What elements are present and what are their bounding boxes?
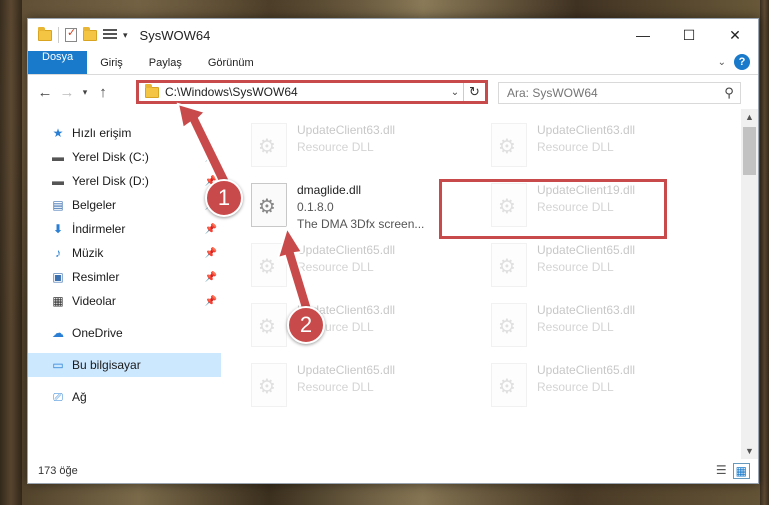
search-box[interactable]: ⚲ <box>498 82 741 104</box>
minimize-button[interactable]: — <box>620 19 666 51</box>
dll-file-icon <box>491 303 527 347</box>
help-icon[interactable]: ? <box>734 54 750 70</box>
nav-item-pictures[interactable]: ▣ Resimler 📌 <box>28 265 221 289</box>
tab-home[interactable]: Giriş <box>87 51 136 74</box>
nav-item-this-pc[interactable]: ▭ Bu bilgisayar <box>28 353 221 377</box>
up-button[interactable]: ↑ <box>92 84 114 101</box>
tab-view[interactable]: Görünüm <box>195 51 267 74</box>
pin-icon: 📌 <box>204 151 217 163</box>
step-badge-1: 1 <box>205 179 243 217</box>
documents-icon: ▤ <box>52 198 64 212</box>
file-item[interactable]: UpdateClient63.dllResource DLL <box>485 121 705 181</box>
file-item[interactable]: UpdateClient63.dllResource DLL <box>245 121 485 181</box>
maximize-button[interactable]: ☐ <box>666 19 712 51</box>
explorer-window: ▾ SysWOW64 — ☐ ✕ Dosya Giriş Paylaş Görü… <box>27 18 759 484</box>
window-controls: — ☐ ✕ <box>620 19 758 51</box>
dll-file-icon <box>251 123 287 167</box>
dll-file-icon <box>491 183 527 227</box>
music-icon: ♪ <box>55 246 61 260</box>
nav-item-documents[interactable]: ▤ Belgeler 📌 <box>28 193 221 217</box>
pin-icon: 📌 <box>204 247 217 259</box>
file-list: UpdateClient63.dllResource DLL UpdateCli… <box>221 109 758 459</box>
file-item-dmaglide[interactable]: dmaglide.dll0.1.8.0The DMA 3Dfx screen..… <box>245 181 485 241</box>
title-bar: ▾ SysWOW64 — ☐ ✕ <box>28 19 758 51</box>
pin-icon: 📌 <box>204 295 217 307</box>
nav-item-quick-access[interactable]: ★ Hızlı erişim <box>28 121 221 145</box>
forward-button[interactable]: → <box>56 84 78 101</box>
tab-file[interactable]: Dosya <box>28 51 88 74</box>
expand-ribbon-icon[interactable]: ⌄ <box>718 57 726 68</box>
close-button[interactable]: ✕ <box>712 19 758 51</box>
vertical-scrollbar[interactable]: ▲ ▼ <box>741 109 758 459</box>
file-item[interactable]: UpdateClient65.dllResource DLL <box>485 361 705 421</box>
main-area: ★ Hızlı erişim ▬ Yerel Disk (C:) 📌 ▬ Yer… <box>28 109 758 459</box>
file-item[interactable]: UpdateClient19.dllResource DLL <box>485 181 705 241</box>
download-icon: ⬇ <box>52 222 64 236</box>
folder-icon <box>145 83 159 98</box>
status-bar: 173 öğe ☰ ▦ <box>28 459 758 483</box>
file-item[interactable]: UpdateClient63.dllResource DLL <box>485 301 705 361</box>
recent-locations-icon[interactable]: ▾ <box>78 87 92 98</box>
computer-icon: ▭ <box>52 358 64 372</box>
dll-file-icon <box>251 183 287 227</box>
properties-icon[interactable] <box>65 26 77 42</box>
search-input[interactable] <box>507 86 718 100</box>
nav-item-onedrive[interactable]: ☁ OneDrive <box>28 321 221 345</box>
nav-item-videos[interactable]: ▦ Videolar 📌 <box>28 289 221 313</box>
dll-file-icon <box>491 363 527 407</box>
pin-icon: 📌 <box>204 271 217 283</box>
pin-icon: 📌 <box>204 223 217 235</box>
star-icon: ★ <box>52 126 64 140</box>
scroll-down-icon[interactable]: ▼ <box>741 443 758 459</box>
file-item[interactable]: UpdateClient65.dllResource DLL <box>245 361 485 421</box>
tab-share[interactable]: Paylaş <box>136 51 195 74</box>
details-view-icon[interactable]: ☰ <box>716 463 727 479</box>
pictures-icon: ▣ <box>52 270 64 284</box>
cloud-icon: ☁ <box>52 326 64 340</box>
folder-icon <box>38 26 52 41</box>
scroll-up-icon[interactable]: ▲ <box>741 109 758 125</box>
tiles-view-icon[interactable]: ▦ <box>732 463 750 479</box>
file-item[interactable]: UpdateClient65.dllResource DLL <box>245 241 485 301</box>
scroll-thumb[interactable] <box>743 127 756 175</box>
nav-item-music[interactable]: ♪ Müzik 📌 <box>28 241 221 265</box>
file-item[interactable]: UpdateClient65.dllResource DLL <box>485 241 705 301</box>
dll-file-icon <box>491 243 527 287</box>
nav-item-network[interactable]: ⎚ Ağ <box>28 385 221 409</box>
dll-file-icon <box>251 363 287 407</box>
dll-file-icon <box>251 303 287 347</box>
new-folder-icon[interactable] <box>83 26 97 41</box>
step-badge-2: 2 <box>287 306 325 344</box>
quick-access-toolbar: ▾ <box>28 26 128 43</box>
nav-item-local-disk-d[interactable]: ▬ Yerel Disk (D:) 📌 <box>28 169 221 193</box>
tree-trunk <box>760 0 769 505</box>
drive-icon: ▬ <box>52 150 64 164</box>
ribbon-tabs: Dosya Giriş Paylaş Görünüm ⌄ ? <box>28 51 758 75</box>
refresh-icon[interactable]: ↻ <box>463 83 485 101</box>
drive-icon: ▬ <box>52 174 64 188</box>
video-icon: ▦ <box>52 294 64 308</box>
customize-toolbar-icon[interactable]: ▾ <box>123 30 128 41</box>
back-button[interactable]: ← <box>34 84 56 101</box>
address-row: ← → ▾ ↑ C:\Windows\SysWOW64 ⌄ ↻ ⚲ <box>28 75 758 109</box>
view-options-icon[interactable] <box>103 29 117 41</box>
tree-trunk <box>0 0 22 505</box>
address-path[interactable]: C:\Windows\SysWOW64 <box>165 85 447 99</box>
search-icon: ⚲ <box>724 85 734 100</box>
address-dropdown-icon[interactable]: ⌄ <box>447 87 463 98</box>
item-count: 173 öğe <box>38 465 78 477</box>
nav-item-local-disk-c[interactable]: ▬ Yerel Disk (C:) 📌 <box>28 145 221 169</box>
file-item[interactable]: UpdateClient63.dllResource DLL <box>245 301 485 361</box>
nav-item-downloads[interactable]: ⬇ İndirmeler 📌 <box>28 217 221 241</box>
window-title: SysWOW64 <box>139 27 211 43</box>
dll-file-icon <box>251 243 287 287</box>
network-icon: ⎚ <box>53 389 63 404</box>
address-bar[interactable]: C:\Windows\SysWOW64 ⌄ ↻ <box>136 80 488 104</box>
navigation-pane: ★ Hızlı erişim ▬ Yerel Disk (C:) 📌 ▬ Yer… <box>28 109 221 459</box>
dll-file-icon <box>491 123 527 167</box>
